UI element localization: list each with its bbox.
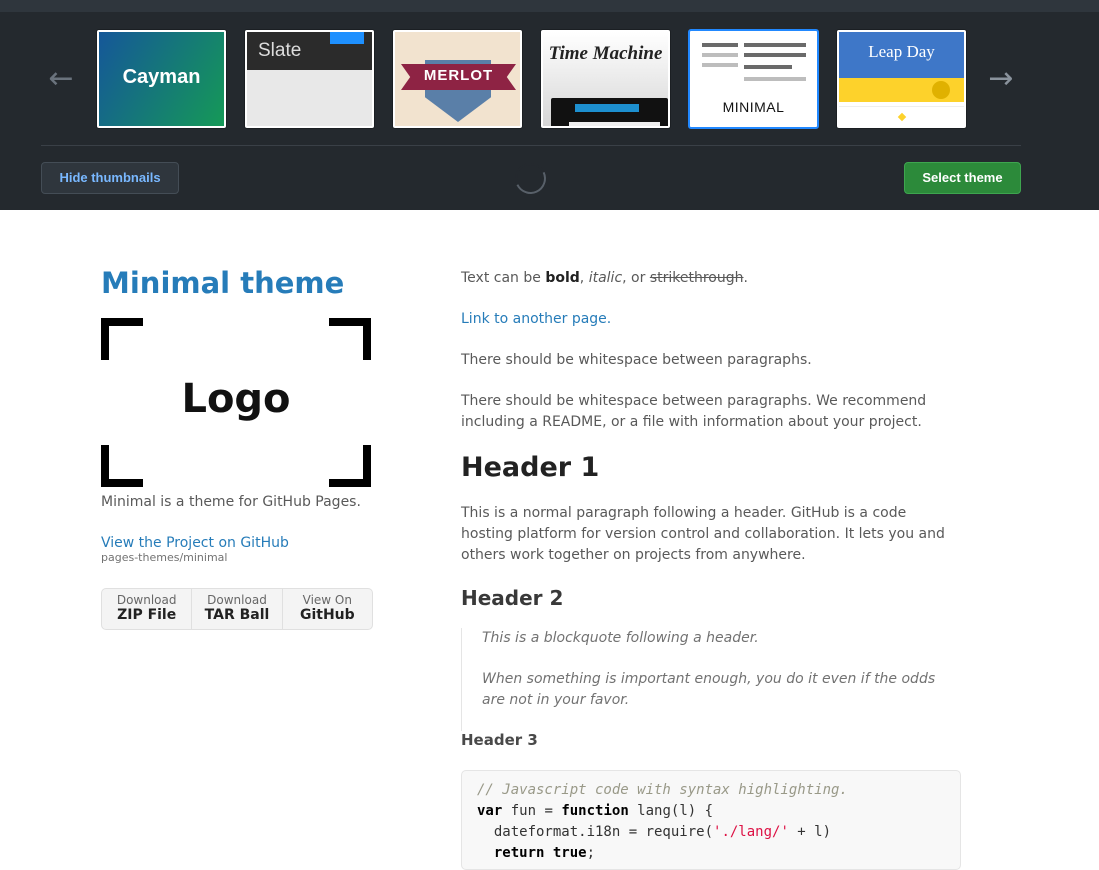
time-machine-download-bar	[575, 104, 639, 112]
slate-label: Slate	[258, 40, 302, 61]
leap-day-label: Leap Day	[868, 42, 935, 61]
theme-thumb-cayman[interactable]: Cayman	[96, 29, 227, 129]
theme-chooser-bar: ← Cayman Slate MERLOT Time Machine MINIM…	[0, 0, 1099, 210]
github-icon	[932, 81, 950, 99]
minimal-line	[744, 43, 806, 47]
paragraph: There should be whitespace between parag…	[461, 352, 812, 368]
another-page-link[interactable]: Link to another page.	[461, 311, 611, 327]
minimal-line	[702, 53, 738, 57]
formatting-paragraph: Text can be bold, italic, or strikethrou…	[461, 268, 961, 289]
bold-text: bold	[545, 270, 580, 286]
paragraph: This is a normal paragraph following a h…	[461, 505, 945, 563]
paragraph: There should be whitespace between parag…	[461, 393, 927, 430]
text-sep: ,	[579, 270, 589, 286]
view-on-github-bottom: GitHub	[299, 607, 355, 623]
leap-day-preview: Leap Day	[839, 32, 964, 126]
text-prefix: Text can be	[461, 270, 546, 286]
blockquote: This is a blockquote following a header.…	[461, 628, 961, 731]
minimal-line	[702, 43, 738, 47]
code-keyword: true	[552, 845, 587, 861]
text-suffix: .	[743, 270, 748, 286]
theme-thumb-time-machine[interactable]: Time Machine	[540, 29, 671, 129]
download-zip-button[interactable]: Download ZIP File	[102, 589, 193, 629]
logo-corner	[329, 318, 371, 360]
logo: Logo	[101, 318, 371, 487]
blockquote-line: When something is important enough, you …	[482, 671, 936, 708]
leap-day-banner	[839, 78, 964, 102]
code-keyword: var	[477, 803, 503, 819]
logo-text: Logo	[181, 376, 291, 422]
download-zip-bottom: ZIP File	[117, 607, 177, 623]
previous-arrow-icon[interactable]: ←	[46, 62, 76, 96]
page-title: Minimal theme	[101, 266, 345, 300]
code-text: lang(l) {	[628, 803, 714, 819]
leap-day-header: Leap Day	[839, 32, 964, 78]
code-string: './lang/'	[713, 824, 789, 840]
minimal-line	[744, 53, 806, 57]
merlot-label: MERLOT	[423, 67, 494, 84]
theme-thumb-minimal[interactable]: MINIMAL	[688, 29, 819, 129]
next-arrow-icon[interactable]: →	[986, 62, 1016, 96]
slate-accent	[330, 32, 364, 44]
header-2: Header 2	[461, 586, 564, 610]
merlot-preview: MERLOT	[395, 32, 520, 126]
minimal-label: MINIMAL	[722, 99, 785, 115]
top-strip	[0, 0, 1099, 12]
cayman-label: Cayman	[122, 66, 201, 88]
site-description: Minimal is a theme for GitHub Pages.	[101, 494, 361, 510]
project-path: pages-themes/minimal	[101, 551, 228, 564]
code-keyword: function	[561, 803, 629, 819]
logo-corner	[101, 318, 143, 360]
chooser-divider	[41, 145, 1021, 146]
slate-preview: Slate	[247, 32, 372, 126]
view-project-link[interactable]: View the Project on GitHub	[101, 535, 289, 551]
download-buttons: Download ZIP File Download TAR Ball View…	[101, 588, 373, 630]
minimal-preview: MINIMAL	[692, 33, 815, 125]
time-machine-preview: Time Machine	[543, 32, 668, 126]
code-text: fun =	[502, 803, 562, 819]
time-machine-footer	[569, 122, 660, 126]
code-text: ;	[586, 845, 596, 861]
header-3: Header 3	[461, 731, 538, 749]
download-tar-bottom: TAR Ball	[204, 607, 270, 623]
leap-day-dot	[897, 112, 907, 122]
time-machine-label: Time Machine	[548, 43, 663, 64]
code-text: + l)	[788, 824, 832, 840]
minimal-line	[744, 77, 806, 81]
loading-spinner-icon	[510, 158, 551, 199]
select-theme-button[interactable]: Select theme	[904, 162, 1021, 194]
logo-corner	[329, 445, 371, 487]
theme-thumb-slate[interactable]: Slate	[244, 29, 375, 129]
download-zip-top: Download	[116, 593, 177, 607]
code-block: // Javascript code with syntax highlight…	[461, 770, 961, 870]
link-paragraph: Link to another page.	[461, 309, 961, 330]
cayman-preview: Cayman	[99, 32, 224, 126]
minimal-line	[744, 65, 792, 69]
download-tar-button[interactable]: Download TAR Ball	[192, 589, 283, 629]
theme-thumb-leap-day[interactable]: Leap Day	[836, 29, 967, 129]
view-on-github-button[interactable]: View On GitHub	[283, 589, 372, 629]
code-text: dateformat.i18n = require(	[477, 824, 714, 840]
code-keyword: return	[493, 845, 545, 861]
code-comment: // Javascript code with syntax highlight…	[477, 782, 848, 798]
text-sep: , or	[622, 270, 650, 286]
italic-text: italic	[588, 270, 623, 286]
minimal-line	[702, 63, 738, 67]
logo-corner	[101, 445, 143, 487]
download-tar-top: Download	[207, 593, 267, 607]
blockquote-line: This is a blockquote following a header.	[482, 630, 759, 646]
header-1: Header 1	[461, 452, 600, 483]
strikethrough-text: strikethrough	[649, 270, 744, 286]
theme-thumb-merlot[interactable]: MERLOT	[392, 29, 523, 129]
hide-thumbnails-button[interactable]: Hide thumbnails	[41, 162, 179, 194]
merlot-ribbon: MERLOT	[401, 64, 516, 90]
time-machine-base	[551, 98, 668, 126]
leap-day-rule	[839, 106, 964, 107]
view-on-github-top: View On	[302, 593, 352, 607]
